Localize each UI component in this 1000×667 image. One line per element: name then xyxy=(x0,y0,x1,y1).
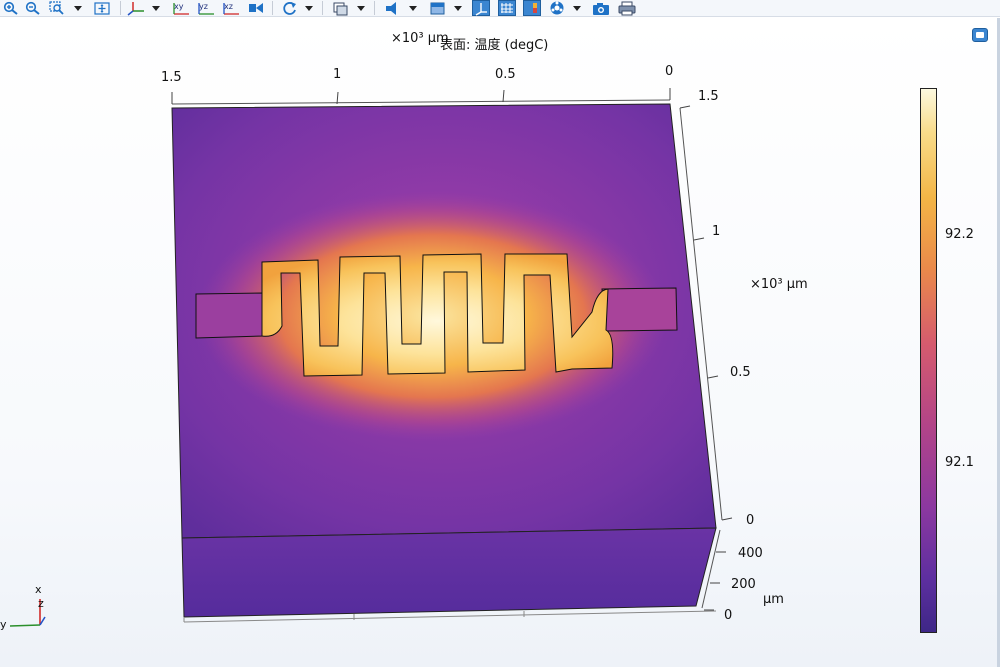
top-axis-tick: 0.5 xyxy=(495,67,516,82)
right-axis-tick: 0.5 xyxy=(730,365,751,380)
color-legend-bar xyxy=(920,88,937,633)
triad-z-label: z xyxy=(38,597,44,610)
depth-axis-tick: 0 xyxy=(724,608,733,623)
right-axis-unit: ×10³ μm xyxy=(750,277,808,292)
top-axis-tick: 0 xyxy=(665,64,674,79)
right-axis-tick: 1 xyxy=(712,224,721,239)
graphics-canvas[interactable] xyxy=(0,0,1000,667)
top-axis-tick: 1.5 xyxy=(161,70,182,85)
triad-x-label: x xyxy=(35,583,42,596)
depth-axis-tick: 200 xyxy=(731,577,756,592)
legend-tick: 92.1 xyxy=(945,455,974,470)
window-options-icon[interactable] xyxy=(972,28,988,42)
top-axis-tick: 1 xyxy=(333,67,342,82)
top-axis-line xyxy=(171,99,671,105)
right-axis-tick: 1.5 xyxy=(698,89,719,104)
legend-tick: 92.2 xyxy=(945,227,974,242)
triad-y-label: y xyxy=(0,618,7,631)
right-contact-pad[interactable] xyxy=(601,287,678,332)
right-axis-tick: 0 xyxy=(746,513,755,528)
block-side-face[interactable] xyxy=(181,527,717,618)
left-contact-pad[interactable] xyxy=(195,292,264,339)
depth-axis-unit: μm xyxy=(763,592,784,607)
plot-title: 表面: 温度 (degC) xyxy=(440,38,549,53)
triad-y-axis xyxy=(9,624,41,627)
heater-serpentine[interactable] xyxy=(261,253,614,377)
depth-axis-tick: 400 xyxy=(738,546,763,561)
